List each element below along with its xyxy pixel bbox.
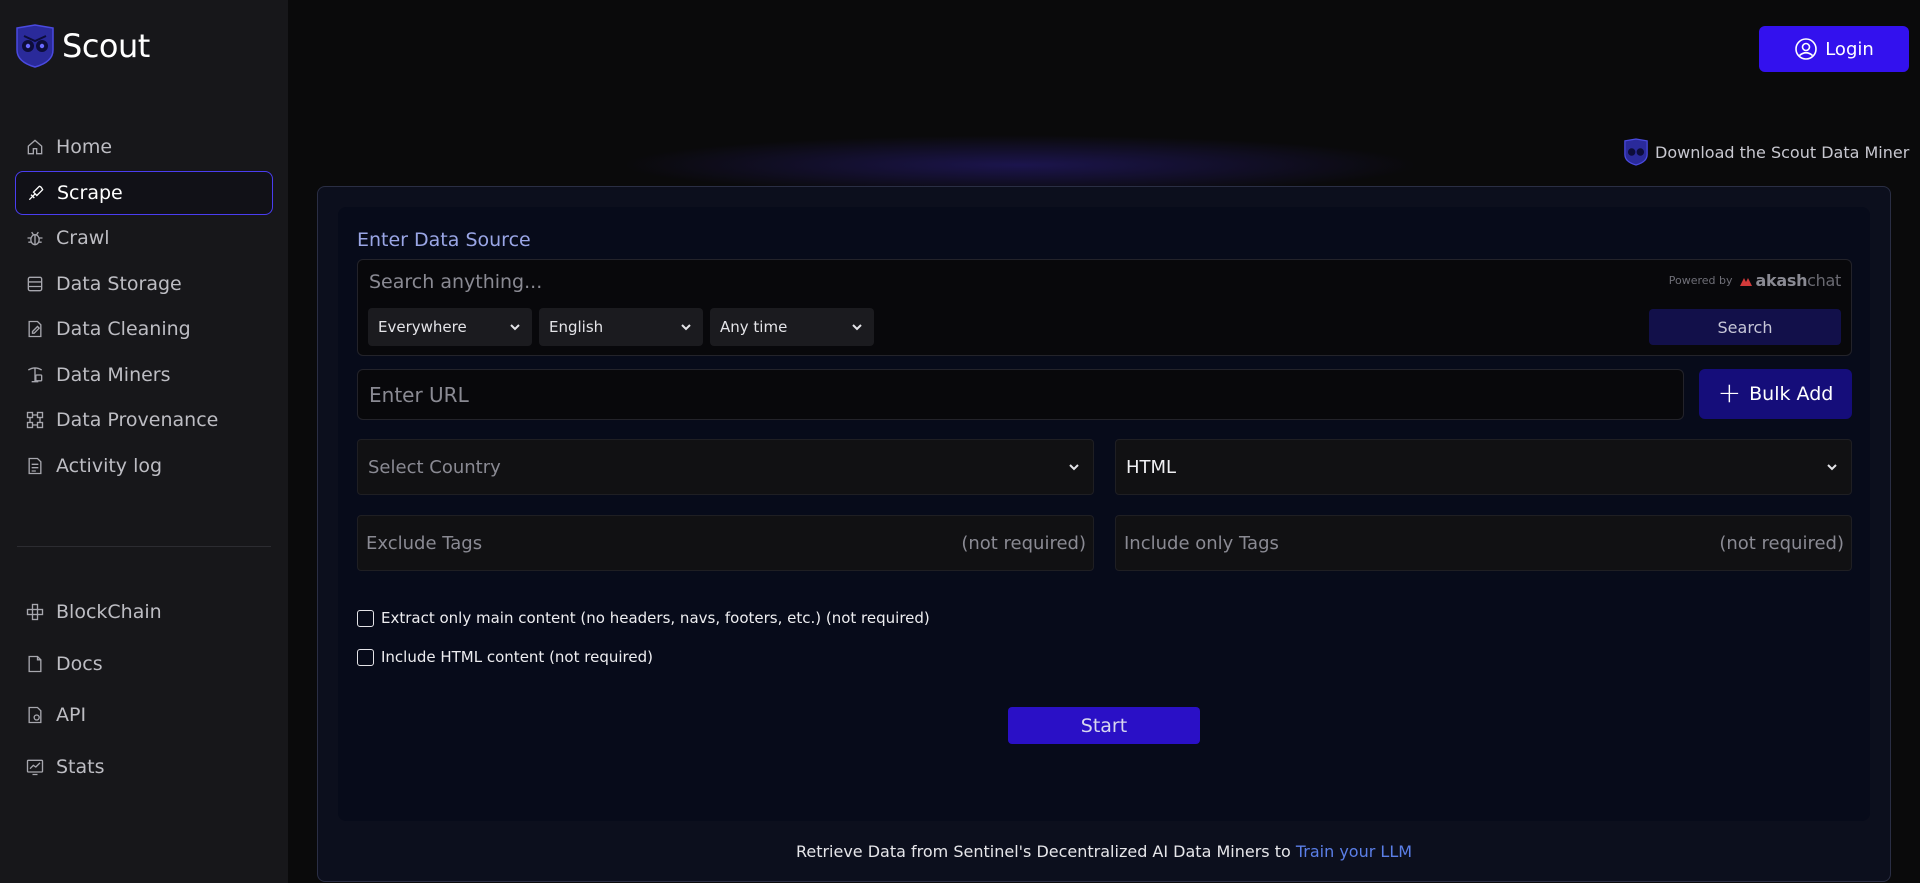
- scout-logo-icon: [16, 24, 54, 68]
- akash-brand-bold: akash: [1755, 271, 1808, 290]
- main-content-checkbox[interactable]: [357, 609, 374, 627]
- train-llm-link[interactable]: Train your LLM: [1296, 842, 1412, 861]
- sidebar-item-label: Data Cleaning: [56, 318, 191, 340]
- sidebar-item-label: API: [56, 704, 87, 726]
- miner-icon: [24, 364, 46, 386]
- akash-logo-icon: [1739, 277, 1752, 286]
- sidebar-item-label: Data Storage: [56, 272, 182, 295]
- sidebar-item-label: Stats: [56, 755, 105, 778]
- app-logo[interactable]: Scout: [14, 24, 150, 68]
- sidebar-item-label: Home: [56, 136, 113, 158]
- sidebar-item-label: Scrape: [57, 181, 123, 204]
- sidebar-item-data-storage[interactable]: Data Storage: [15, 262, 273, 306]
- app-name: Scout: [62, 27, 150, 65]
- chart-icon: [24, 756, 46, 778]
- sidebar-item-docs[interactable]: Docs: [15, 642, 273, 686]
- api-icon: [24, 704, 46, 726]
- download-label: Download the Scout Data Miner: [1655, 142, 1910, 162]
- sidebar-divider: [17, 546, 271, 547]
- include-tags-label: Include only Tags: [1124, 532, 1279, 554]
- main-panel: Enter Data Source Powered by akashchat E…: [317, 186, 1891, 882]
- location-filter-select[interactable]: Everywhere: [368, 308, 532, 346]
- bug-icon: [24, 227, 46, 249]
- search-button[interactable]: Search: [1649, 309, 1841, 345]
- database-icon: [24, 273, 46, 295]
- sidebar-item-label: Data Miners: [56, 363, 171, 386]
- plus-icon: +: [1717, 376, 1742, 409]
- time-filter-select[interactable]: Any time: [710, 308, 874, 346]
- sidebar-item-home[interactable]: Home: [15, 125, 273, 169]
- language-filter-select[interactable]: English: [539, 308, 703, 346]
- footer-text: Retrieve Data from Sentinel's Decentrali…: [795, 842, 1296, 861]
- start-button[interactable]: Start: [1008, 707, 1200, 744]
- include-tags-hint: (not required): [1719, 532, 1844, 554]
- footer-note: Retrieve Data from Sentinel's Decentrali…: [318, 842, 1890, 861]
- provenance-icon: [24, 409, 46, 431]
- exclude-tags-input[interactable]: Exclude Tags (not required): [357, 515, 1094, 571]
- sidebar-item-stats[interactable]: Stats: [15, 745, 273, 789]
- chevron-down-icon: [852, 324, 862, 331]
- chevron-down-icon: [1827, 464, 1837, 471]
- country-select-value: Select Country: [368, 456, 501, 478]
- card-title: Enter Data Source: [357, 229, 531, 251]
- search-filters: Everywhere English Any time: [368, 308, 881, 346]
- sidebar-item-activity-log[interactable]: Activity log: [15, 444, 273, 488]
- sidebar-secondary-nav: BlockChain Docs API Stats: [15, 590, 273, 796]
- log-icon: [24, 455, 46, 477]
- bulk-add-label: Bulk Add: [1749, 383, 1834, 405]
- blockchain-icon: [24, 601, 46, 623]
- scout-logo-icon: [1624, 138, 1648, 166]
- filter-value: Everywhere: [378, 318, 467, 336]
- powered-by-badge: Powered by akashchat: [1668, 271, 1842, 290]
- scrape-icon: [25, 182, 47, 204]
- format-select[interactable]: HTML: [1115, 439, 1852, 495]
- sidebar-item-label: Crawl: [56, 227, 110, 249]
- sidebar-item-label: Data Provenance: [56, 409, 219, 431]
- html-content-label: Include HTML content (not required): [381, 648, 653, 666]
- chevron-down-icon: [681, 324, 691, 331]
- filter-value: English: [549, 318, 604, 336]
- chevron-down-icon: [510, 324, 520, 331]
- powered-by-label: Powered by: [1668, 274, 1733, 287]
- exclude-tags-hint: (not required): [961, 532, 1086, 554]
- akash-brand: akashchat: [1755, 271, 1842, 290]
- sidebar-item-scrape[interactable]: Scrape: [15, 170, 273, 215]
- akash-brand-light: chat: [1807, 271, 1841, 290]
- sidebar-item-crawl[interactable]: Crawl: [15, 216, 273, 260]
- sidebar-nav: Home Scrape Crawl Data Storage Data Clea…: [15, 125, 273, 489]
- home-icon: [24, 136, 46, 158]
- search-box: Powered by akashchat Everywhere English …: [357, 259, 1852, 356]
- sidebar-item-data-provenance[interactable]: Data Provenance: [15, 398, 273, 442]
- user-circle-icon: [1795, 38, 1818, 60]
- main-content-label: Extract only main content (no headers, n…: [381, 609, 930, 627]
- sidebar-item-api[interactable]: API: [15, 693, 273, 737]
- format-select-value: HTML: [1126, 456, 1177, 478]
- edit-document-icon: [24, 318, 46, 340]
- sidebar-item-label: Activity log: [56, 454, 163, 477]
- exclude-tags-label: Exclude Tags: [366, 532, 483, 554]
- url-input[interactable]: [357, 369, 1684, 420]
- chevron-down-icon: [1069, 464, 1079, 471]
- include-tags-input[interactable]: Include only Tags (not required): [1115, 515, 1852, 571]
- sidebar-item-label: BlockChain: [56, 601, 162, 623]
- data-source-card: Enter Data Source Powered by akashchat E…: [338, 207, 1870, 821]
- main-content-option[interactable]: Extract only main content (no headers, n…: [357, 609, 930, 627]
- download-miner-link[interactable]: Download the Scout Data Miner: [1623, 138, 1909, 166]
- sidebar-item-data-miners[interactable]: Data Miners: [15, 353, 273, 397]
- sidebar-item-data-cleaning[interactable]: Data Cleaning: [15, 307, 273, 351]
- html-content-checkbox[interactable]: [357, 648, 374, 666]
- document-icon: [24, 653, 46, 675]
- bulk-add-button[interactable]: + Bulk Add: [1699, 369, 1852, 419]
- filter-value: Any time: [720, 318, 788, 336]
- login-button[interactable]: Login: [1759, 26, 1909, 72]
- sidebar-item-label: Docs: [56, 652, 103, 675]
- search-input[interactable]: [369, 268, 1369, 296]
- sidebar-item-blockchain[interactable]: BlockChain: [15, 590, 273, 634]
- html-content-option[interactable]: Include HTML content (not required): [357, 648, 653, 666]
- sidebar: Scout Home Scrape Crawl Data Storage Dat…: [0, 0, 288, 883]
- login-label: Login: [1825, 38, 1874, 60]
- country-select[interactable]: Select Country: [357, 439, 1094, 495]
